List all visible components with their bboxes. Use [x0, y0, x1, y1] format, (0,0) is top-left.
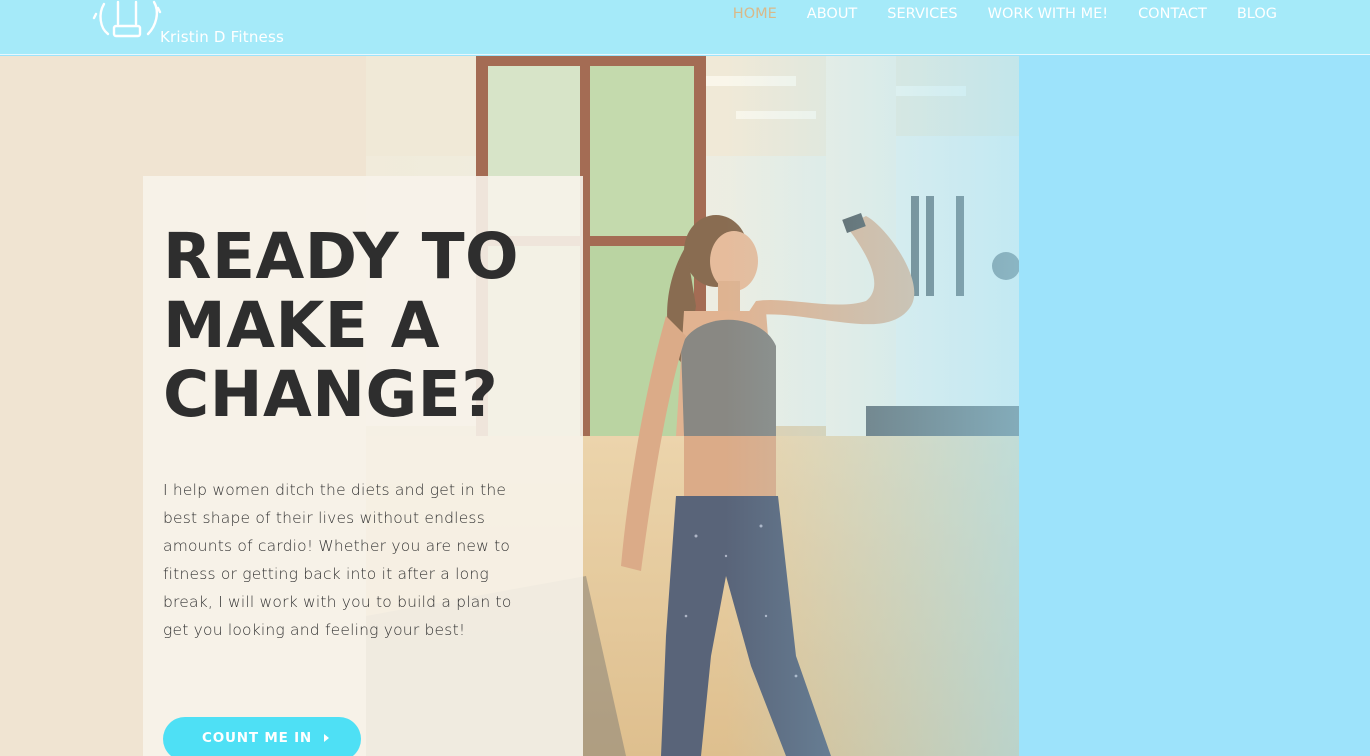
cta-label: COUNT ME IN: [202, 730, 313, 746]
hero-blue-panel: [1019, 56, 1370, 756]
count-me-in-button[interactable]: COUNT ME IN: [163, 717, 361, 756]
nav-work-with-me[interactable]: WORK WITH ME!: [973, 4, 1123, 24]
main-nav: HOME ABOUT SERVICES WORK WITH ME! CONTAC…: [718, 4, 1292, 24]
brand-name: Kristin D Fitness: [160, 28, 284, 46]
nav-services[interactable]: SERVICES: [872, 4, 972, 24]
hero-headline: READY TO MAKE A CHANGE?: [163, 222, 543, 429]
site-header: Kristin D Fitness HOME ABOUT SERVICES WO…: [0, 0, 1370, 55]
caret-right-icon: [324, 734, 330, 742]
site-logo[interactable]: Kristin D Fitness: [92, 0, 312, 52]
headline-line-1: READY TO: [163, 220, 520, 293]
nav-home[interactable]: HOME: [718, 4, 792, 24]
nav-contact[interactable]: CONTACT: [1123, 4, 1222, 24]
headline-line-2: MAKE A: [163, 289, 440, 362]
nav-blog[interactable]: BLOG: [1222, 4, 1292, 24]
nav-about[interactable]: ABOUT: [792, 4, 873, 24]
dumbbell-person-icon: [92, 0, 162, 38]
headline-line-3: CHANGE?: [163, 358, 499, 431]
hero-intro-text: I help women ditch the diets and get in …: [163, 481, 512, 639]
